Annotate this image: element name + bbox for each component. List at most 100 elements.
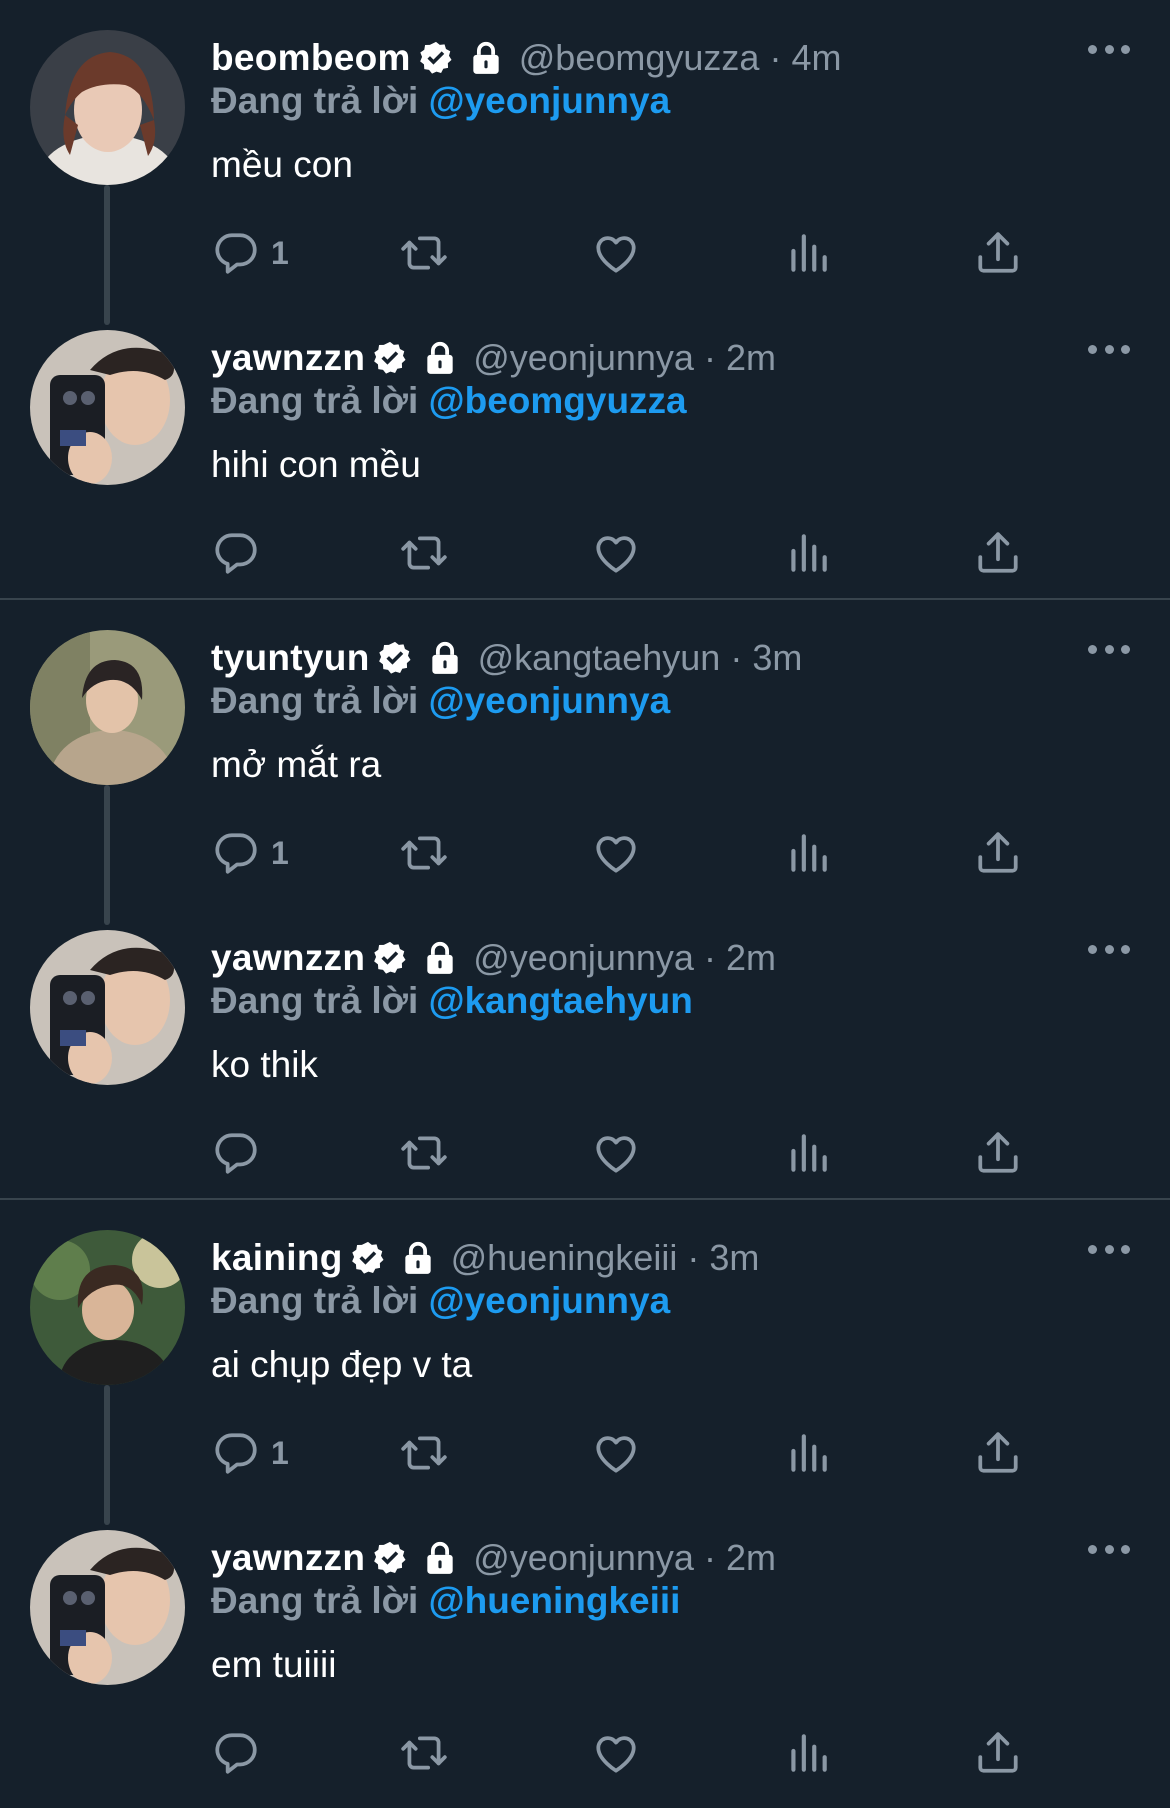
handle[interactable]: @hueningkeiii: [451, 1237, 678, 1279]
reply-button[interactable]: [211, 1725, 271, 1781]
retweet-button[interactable]: [399, 1125, 449, 1181]
reply-button[interactable]: 1: [211, 1425, 289, 1481]
share-button[interactable]: [973, 225, 1023, 281]
tweet-text: em tuiiii: [211, 1644, 337, 1685]
reply-button[interactable]: 1: [211, 825, 289, 881]
tweet[interactable]: beombeom @beomgyuzza · 4m Đang trả lời @…: [0, 0, 1170, 325]
display-name[interactable]: beombeom: [211, 37, 411, 79]
tweet[interactable]: kaining @hueningkeiii · 3m Đang trả lời …: [0, 1200, 1170, 1525]
display-name[interactable]: yawnzzn: [211, 1537, 365, 1579]
retweet-button[interactable]: [399, 525, 449, 581]
verified-badge-icon: [374, 1541, 406, 1574]
more-icon[interactable]: [1088, 42, 1130, 56]
retweet-button[interactable]: [399, 825, 449, 881]
timestamp[interactable]: 3m: [752, 637, 802, 679]
views-button[interactable]: [783, 825, 833, 881]
views-icon: [791, 234, 827, 272]
display-name[interactable]: tyuntyun: [211, 637, 370, 679]
handle[interactable]: @yeonjunnya: [473, 1537, 694, 1579]
reply-mention[interactable]: @yeonjunnya: [429, 1280, 671, 1321]
share-button[interactable]: [973, 825, 1023, 881]
display-name[interactable]: kaining: [211, 1237, 343, 1279]
views-button[interactable]: [783, 1125, 833, 1181]
verified-badge-icon: [374, 941, 406, 974]
separator-dot: ·: [730, 637, 743, 678]
tweet-header: tyuntyun @kangtaehyun · 3m: [211, 630, 802, 686]
reply-mention[interactable]: @kangtaehyun: [429, 980, 693, 1021]
more-icon[interactable]: [1088, 342, 1130, 356]
reply-mention[interactable]: @yeonjunnya: [429, 80, 671, 121]
tweet[interactable]: yawnzzn @yeonjunnya · 2m Đang trả lời @h…: [0, 1500, 1170, 1800]
handle[interactable]: @beomgyuzza: [519, 37, 760, 79]
more-icon[interactable]: [1088, 642, 1130, 656]
timestamp[interactable]: 2m: [726, 1537, 776, 1579]
reply-mention[interactable]: @hueningkeiii: [429, 1580, 681, 1621]
retweet-icon: [401, 1736, 447, 1770]
like-button[interactable]: [591, 825, 641, 881]
more-icon[interactable]: [1088, 1542, 1130, 1556]
retweet-button[interactable]: [399, 225, 449, 281]
avatar[interactable]: [30, 930, 185, 1085]
tweet[interactable]: tyuntyun @kangtaehyun · 3m Đang trả lời …: [0, 600, 1170, 925]
retweet-icon: [401, 1436, 447, 1470]
avatar[interactable]: [30, 630, 185, 785]
reply-button[interactable]: 1: [211, 225, 289, 281]
replying-label: Đang trả lời: [211, 380, 419, 421]
views-button[interactable]: [783, 225, 833, 281]
separator-dot: ·: [703, 1537, 716, 1578]
replying-to: Đang trả lời @kangtaehyun: [211, 980, 693, 1022]
reply-mention[interactable]: @yeonjunnya: [429, 680, 671, 721]
avatar[interactable]: [30, 1230, 185, 1385]
handle[interactable]: @kangtaehyun: [478, 637, 721, 679]
thread: tyuntyun @kangtaehyun · 3m Đang trả lời …: [0, 600, 1170, 1200]
reply-button[interactable]: [211, 525, 271, 581]
timestamp[interactable]: 3m: [709, 1237, 759, 1279]
avatar[interactable]: [30, 1530, 185, 1685]
like-icon: [596, 1136, 636, 1173]
reply-mention[interactable]: @beomgyuzza: [429, 380, 687, 421]
like-button[interactable]: [591, 225, 641, 281]
tweet-header: yawnzzn @yeonjunnya · 2m: [211, 930, 776, 986]
share-button[interactable]: [973, 1725, 1023, 1781]
timestamp[interactable]: 2m: [726, 337, 776, 379]
handle[interactable]: @yeonjunnya: [473, 337, 694, 379]
reply-icon: [215, 1433, 257, 1474]
timestamp[interactable]: 2m: [726, 937, 776, 979]
thread: beombeom @beomgyuzza · 4m Đang trả lời @…: [0, 0, 1170, 600]
views-button[interactable]: [783, 1725, 833, 1781]
share-button[interactable]: [973, 1125, 1023, 1181]
like-icon: [596, 836, 636, 873]
replying-to: Đang trả lời @hueningkeiii: [211, 1580, 680, 1622]
tweet[interactable]: yawnzzn @yeonjunnya · 2m Đang trả lời @k…: [0, 900, 1170, 1200]
like-button[interactable]: [591, 1725, 641, 1781]
share-button[interactable]: [973, 1425, 1023, 1481]
views-button[interactable]: [783, 1425, 833, 1481]
retweet-button[interactable]: [399, 1425, 449, 1481]
like-button[interactable]: [591, 1425, 641, 1481]
like-button[interactable]: [591, 1125, 641, 1181]
timestamp[interactable]: 4m: [791, 37, 841, 79]
replying-to: Đang trả lời @yeonjunnya: [211, 680, 670, 722]
handle[interactable]: @yeonjunnya: [473, 937, 694, 979]
avatar[interactable]: [30, 30, 185, 185]
retweet-button[interactable]: [399, 1725, 449, 1781]
replying-label: Đang trả lời: [211, 980, 419, 1021]
display-name[interactable]: yawnzzn: [211, 337, 365, 379]
views-button[interactable]: [783, 525, 833, 581]
display-name[interactable]: yawnzzn: [211, 937, 365, 979]
views-icon: [791, 1434, 827, 1472]
replying-label: Đang trả lời: [211, 1280, 419, 1321]
action-bar: [211, 525, 1071, 581]
more-icon[interactable]: [1088, 1242, 1130, 1256]
replying-to: Đang trả lời @yeonjunnya: [211, 80, 670, 122]
avatar[interactable]: [30, 330, 185, 485]
tweet[interactable]: yawnzzn @yeonjunnya · 2m Đang trả lời @b…: [0, 300, 1170, 600]
reply-button[interactable]: [211, 1125, 271, 1181]
replying-label: Đang trả lời: [211, 680, 419, 721]
like-icon: [596, 1736, 636, 1773]
lock-icon: [404, 1241, 431, 1274]
retweet-icon: [401, 1136, 447, 1170]
more-icon[interactable]: [1088, 942, 1130, 956]
like-button[interactable]: [591, 525, 641, 581]
share-button[interactable]: [973, 525, 1023, 581]
